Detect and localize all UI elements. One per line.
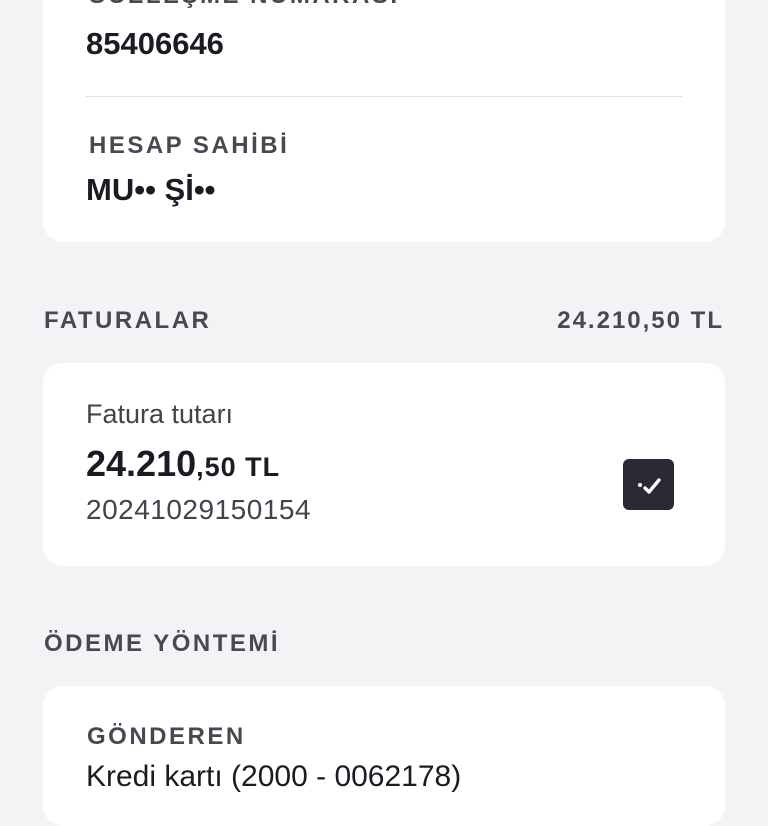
invoice-amount-main: 24.210 (86, 443, 197, 484)
divider (86, 96, 682, 97)
invoices-total: 24.210,50 TL (557, 307, 724, 334)
invoice-amount: 24.210,50 TL (86, 443, 280, 485)
check-icon (638, 478, 661, 494)
invoices-section-title: FATURALAR (44, 307, 212, 334)
invoice-id: 20241029150154 (86, 494, 312, 525)
invoice-amount-fraction: ,50 TL (196, 452, 281, 482)
account-holder-label: HESAP SAHİBİ (89, 132, 290, 159)
sender-label: GÖNDEREN (87, 723, 246, 750)
account-holder-value: MU•• Şİ•• (86, 172, 216, 207)
invoice-amount-label: Fatura tutarı (86, 399, 234, 429)
sender-value: Kredi kartı (2000 - 0062178) (86, 760, 462, 793)
payment-section-title: ÖDEME YÖNTEMİ (44, 630, 281, 657)
invoice-card[interactable]: Fatura tutarı 24.210,50 TL 2024102915015… (43, 363, 725, 566)
account-info-card: SÖZLEŞME NUMARASI 85406646 HESAP SAHİBİ … (43, 0, 725, 242)
invoice-select-checkbox[interactable] (623, 459, 674, 510)
contract-number-label: SÖZLEŞME NUMARASI (89, 0, 400, 10)
contract-number-value: 85406646 (86, 26, 224, 61)
payment-card[interactable]: GÖNDEREN Kredi kartı (2000 - 0062178) (43, 686, 725, 826)
